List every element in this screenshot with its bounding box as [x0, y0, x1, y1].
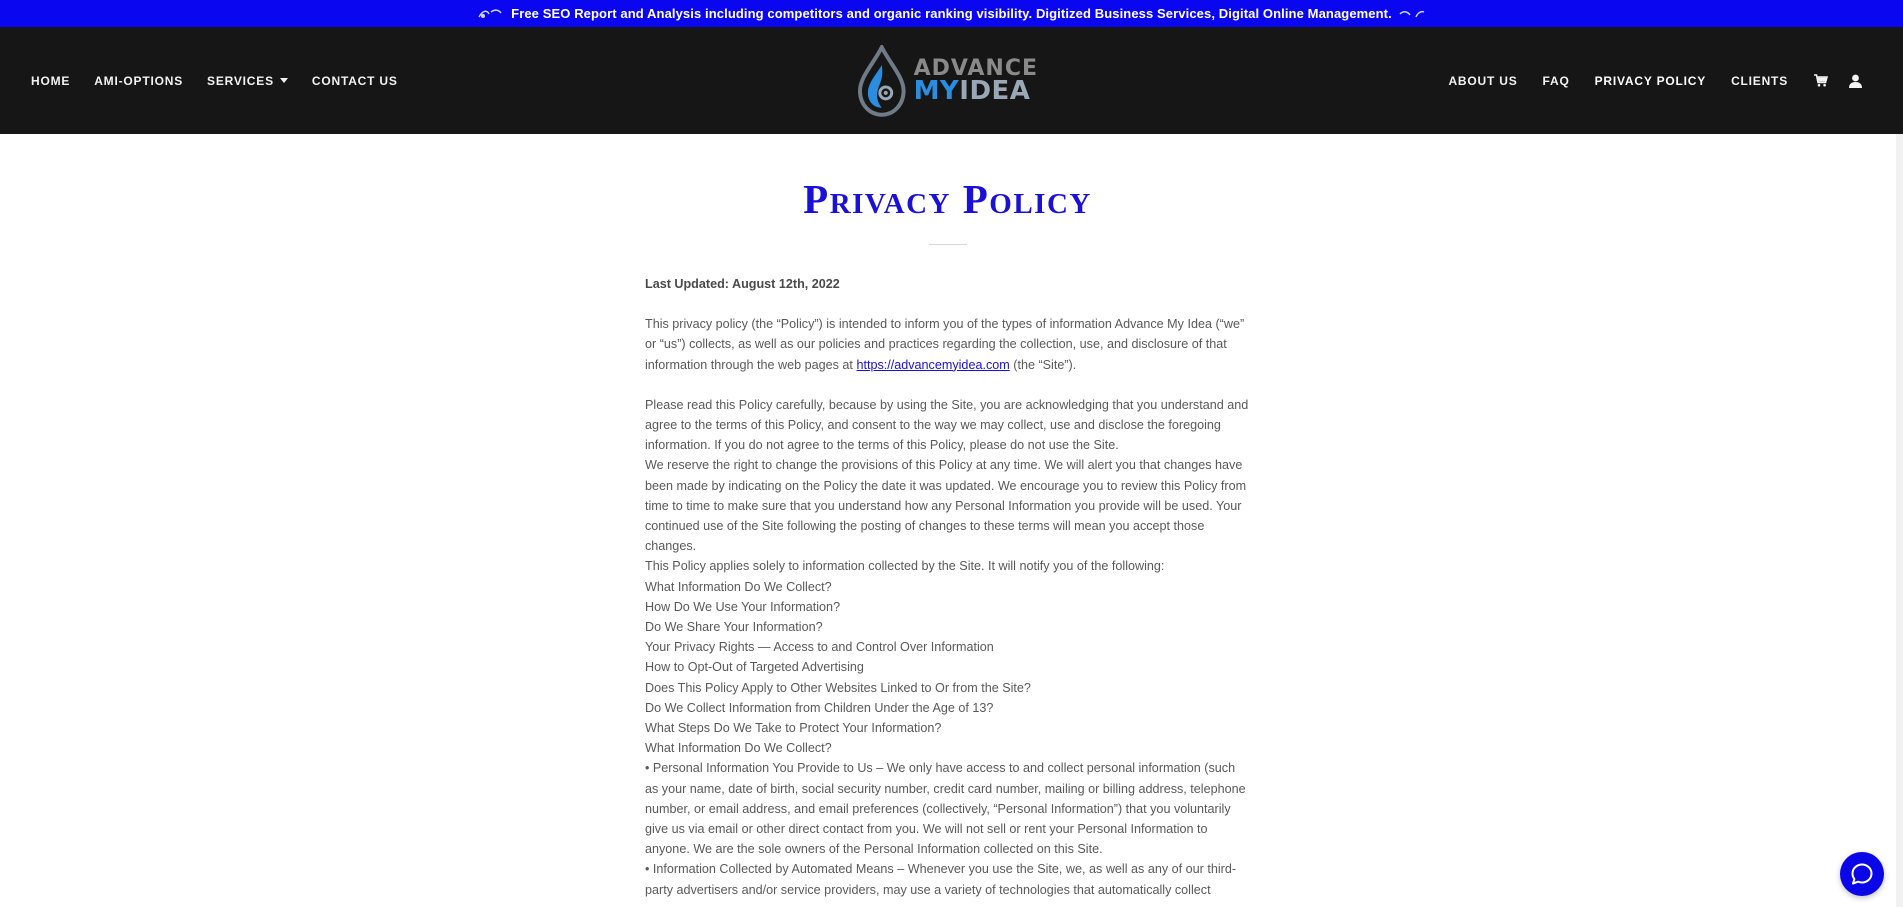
nav-home[interactable]: HOME — [31, 74, 70, 88]
decorative-swoosh-icon — [477, 8, 505, 20]
nav-home-label: HOME — [31, 73, 71, 88]
nav-services-label: SERVICES — [207, 73, 274, 88]
nav-faq-label: FAQ — [1542, 73, 1570, 88]
section-heading: What Information Do We Collect? — [645, 741, 832, 756]
nav-faq[interactable]: FAQ — [1543, 74, 1570, 88]
nav-clients-label: CLIENTS — [1731, 73, 1788, 88]
toc-item: What Information Do We Collect? — [645, 579, 832, 594]
chat-button[interactable] — [1840, 852, 1884, 896]
logo-wordmark: ADVANCE MYIDEA — [914, 58, 1038, 105]
announcement-bar[interactable]: Free SEO Report and Analysis including c… — [0, 0, 1903, 27]
page-scrollbar[interactable] — [1896, 134, 1903, 907]
page-title: Privacy Policy — [803, 176, 1092, 222]
title-divider — [929, 244, 967, 245]
toc-item: What Steps Do We Take to Protect Your In… — [645, 721, 942, 736]
nav-contact-us-label: CONTACT US — [311, 73, 398, 88]
toc-item: Does This Policy Apply to Other Websites… — [645, 680, 1031, 695]
primary-nav-left: HOME AMI-OPTIONS SERVICES CONTACT US — [31, 27, 422, 134]
bullet-personal-info: • Personal Information You Provide to Us… — [645, 761, 1246, 857]
toc-item: Do We Collect Information from Children … — [645, 700, 994, 715]
cart-icon[interactable] — [1813, 73, 1829, 89]
toc-item: Do We Share Your Information? — [645, 620, 823, 635]
nav-contact-us[interactable]: CONTACT US — [312, 74, 398, 88]
toc-item: How to Opt-Out of Targeted Advertising — [645, 660, 864, 675]
site-link[interactable]: https://advancemyidea.com — [856, 358, 1009, 372]
nav-ami-options[interactable]: AMI-OPTIONS — [94, 74, 183, 88]
logo-idea: IDEA — [959, 76, 1031, 106]
caret-down-icon — [279, 78, 288, 83]
site-logo[interactable]: ADVANCE MYIDEA — [856, 43, 1038, 119]
policy-content: Last Updated: August 12th, 2022 This pri… — [645, 274, 1250, 900]
site-header: HOME AMI-OPTIONS SERVICES CONTACT US ADV… — [0, 27, 1903, 134]
toc-item: How Do We Use Your Information? — [645, 599, 841, 614]
user-icon[interactable] — [1847, 73, 1863, 89]
applies-paragraph: This Policy applies solely to informatio… — [645, 559, 1165, 574]
intro-text-end: (the “Site”). — [1009, 357, 1077, 372]
read-policy-paragraph: Please read this Policy carefully, becau… — [645, 397, 1249, 453]
nav-clients[interactable]: CLIENTS — [1731, 74, 1788, 88]
nav-privacy-policy[interactable]: PRIVACY POLICY — [1595, 74, 1706, 88]
nav-privacy-policy-label: PRIVACY POLICY — [1594, 73, 1707, 88]
logo-line-2: MYIDEA — [914, 78, 1038, 104]
bullet-automated-info: • Information Collected by Automated Mea… — [645, 862, 1237, 897]
intro-paragraph: This privacy policy (the “Policy”) is in… — [645, 314, 1250, 375]
logo-my: MY — [913, 76, 960, 106]
nav-about-us-label: ABOUT US — [1448, 73, 1518, 88]
toc-item: Your Privacy Rights — Access to and Cont… — [645, 640, 994, 655]
decorative-swoosh-icon — [1398, 8, 1426, 20]
announcement-text: Free SEO Report and Analysis including c… — [511, 6, 1392, 21]
nav-ami-options-label: AMI-OPTIONS — [94, 73, 184, 88]
primary-nav-right: ABOUT US FAQ PRIVACY POLICY CLIENTS — [1423, 27, 1863, 134]
drop-logo-icon — [857, 45, 906, 117]
last-updated: Last Updated: August 12th, 2022 — [645, 277, 840, 291]
nav-services[interactable]: SERVICES — [207, 74, 288, 88]
nav-about-us[interactable]: ABOUT US — [1448, 74, 1517, 88]
reserve-right-paragraph: We reserve the right to change the provi… — [645, 458, 1247, 554]
chat-icon — [1851, 863, 1873, 885]
